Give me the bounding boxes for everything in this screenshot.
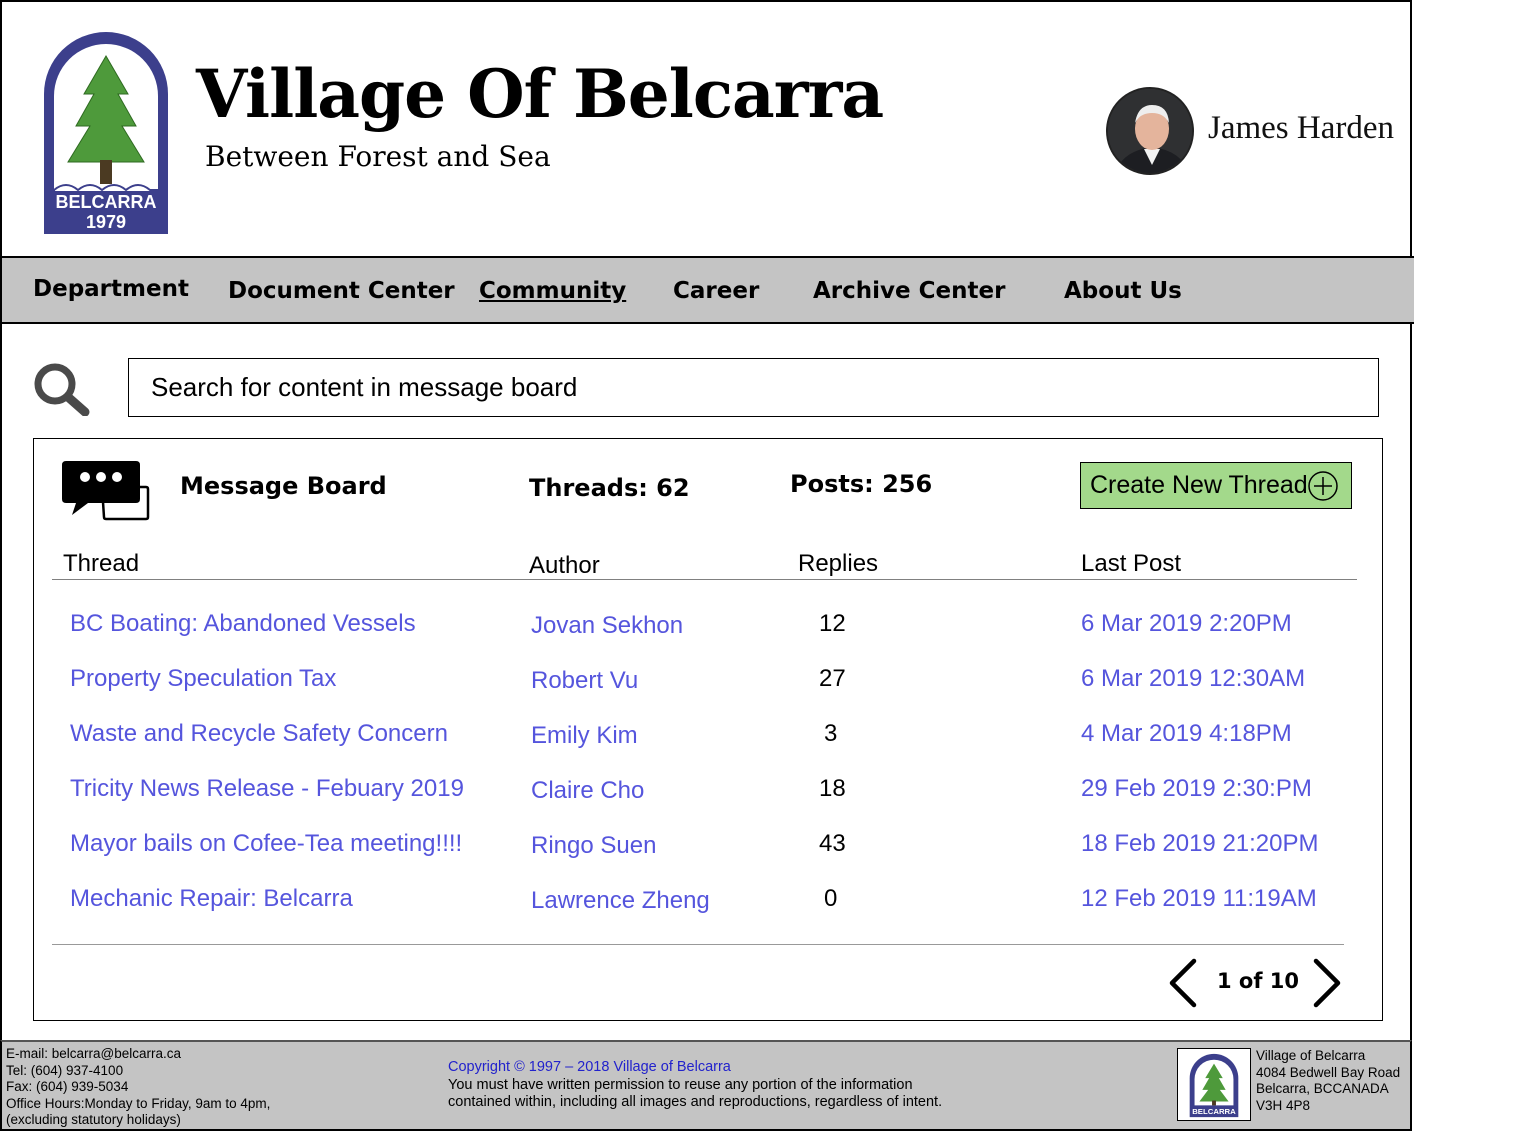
site-title: Village Of Belcarra (196, 55, 884, 133)
reply-count: 3 (824, 720, 838, 747)
column-header-thread[interactable]: Thread (63, 550, 139, 578)
table-row: Property Speculation Tax Robert Vu 27 6 … (34, 665, 1382, 720)
thread-link[interactable]: Waste and Recycle Safety Concern (70, 720, 448, 748)
thread-link[interactable]: Tricity News Release - Febuary 2019 (70, 775, 464, 803)
nav-item-about-us[interactable]: About Us (1064, 276, 1182, 306)
last-post-link[interactable]: 6 Mar 2019 12:30AM (1081, 665, 1305, 693)
user-name[interactable]: James Harden (1208, 108, 1394, 148)
contact-fax: Fax: (604) 939-5034 (6, 1079, 129, 1095)
address-line: Village of Belcarra (1256, 1048, 1366, 1063)
nav-item-community[interactable]: Community (479, 276, 626, 306)
search-icon[interactable] (32, 362, 90, 416)
logo-year: 1979 (86, 212, 126, 232)
contact-email[interactable]: E-mail: belcarra@belcarra.ca (6, 1046, 270, 1063)
header-divider (52, 579, 1357, 580)
nav-item-career[interactable]: Career (673, 276, 759, 306)
reply-count: 18 (819, 775, 846, 802)
author-link[interactable]: Robert Vu (531, 667, 638, 695)
table-row: Waste and Recycle Safety Concern Emily K… (34, 720, 1382, 775)
column-header-last-post[interactable]: Last Post (1081, 550, 1181, 578)
reply-count: 27 (819, 665, 846, 692)
footer-logo[interactable]: BELCARRA (1177, 1048, 1251, 1121)
logo-text: BELCARRA (56, 192, 157, 212)
page-footer: E-mail: belcarra@belcarra.ca Tel: (604) … (0, 1040, 1412, 1131)
table-row: Tricity News Release - Febuary 2019 Clai… (34, 775, 1382, 830)
nav-item-document-center[interactable]: Document Center (228, 276, 455, 306)
reply-count: 0 (824, 885, 838, 912)
copyright-notice-line: You must have written permission to reus… (448, 1076, 913, 1093)
create-new-thread-button[interactable]: Create New Thread (1080, 462, 1352, 509)
board-title: Message Board (180, 472, 387, 500)
posts-count: Posts: 256 (790, 470, 933, 498)
main-nav: Department Document Center Community Car… (2, 256, 1414, 324)
page-frame: BELCARRA 1979 Village Of Belcarra Betwee… (0, 0, 1414, 1131)
thread-link[interactable]: Property Speculation Tax (70, 665, 336, 693)
copyright-notice-line: contained within, including all images a… (448, 1094, 943, 1110)
chat-bubbles-icon (62, 461, 150, 521)
author-link[interactable]: Jovan Sekhon (531, 612, 683, 640)
author-link[interactable]: Ringo Suen (531, 832, 656, 860)
last-post-link[interactable]: 6 Mar 2019 2:20PM (1081, 610, 1292, 638)
author-link[interactable]: Lawrence Zheng (531, 887, 710, 915)
column-header-replies[interactable]: Replies (798, 550, 878, 578)
thread-link[interactable]: Mechanic Repair: Belcarra (70, 885, 353, 913)
table-row: BC Boating: Abandoned Vessels Jovan Sekh… (34, 610, 1382, 665)
table-row: Mechanic Repair: Belcarra Lawrence Zheng… (34, 885, 1382, 940)
nav-item-archive-center[interactable]: Archive Center (813, 276, 1005, 306)
avatar-photo (1108, 89, 1192, 173)
page-indicator: 1 of 10 (1217, 969, 1300, 993)
copyright-block: Copyright © 1997 – 2018 Village of Belca… (448, 1059, 942, 1112)
chevron-left-icon[interactable] (1166, 957, 1202, 1009)
office-hours: Office Hours:Monday to Friday, 9am to 4p… (6, 1095, 271, 1111)
author-link[interactable]: Emily Kim (531, 722, 638, 750)
last-post-link[interactable]: 12 Feb 2019 11:19AM (1081, 885, 1317, 913)
address-line: 4084 Bedwell Bay Road (1256, 1064, 1401, 1080)
copyright-link[interactable]: Copyright © 1997 – 2018 Village of Belca… (448, 1059, 942, 1077)
table-row: Mayor bails on Cofee-Tea meeting!!!! Rin… (34, 830, 1382, 885)
column-header-author[interactable]: Author (529, 552, 600, 580)
chevron-right-icon[interactable] (1308, 957, 1344, 1009)
thread-link[interactable]: BC Boating: Abandoned Vessels (70, 610, 416, 638)
search-input[interactable] (128, 358, 1379, 417)
office-hours-note: (excluding statutory holidays) (6, 1112, 181, 1128)
threads-count: Threads: 62 (529, 474, 690, 502)
create-thread-label: Create New Thread (1090, 471, 1308, 499)
address-line: Belcarra, BCCANADA (1256, 1081, 1389, 1097)
footer-logo-text: BELCARRA (1192, 1107, 1236, 1116)
last-post-link[interactable]: 18 Feb 2019 21:20PM (1081, 830, 1319, 858)
last-post-link[interactable]: 29 Feb 2019 2:30:PM (1081, 775, 1312, 803)
plus-circle-icon (1308, 471, 1338, 501)
nav-item-department[interactable]: Department (33, 274, 189, 304)
address-block: Village of Belcarra 4084 Bedwell Bay Roa… (1256, 1048, 1400, 1114)
reply-count: 43 (819, 830, 846, 857)
contact-tel: Tel: (604) 937-4100 (6, 1062, 124, 1078)
belcarra-logo[interactable]: BELCARRA 1979 (42, 30, 170, 236)
thread-link[interactable]: Mayor bails on Cofee-Tea meeting!!!! (70, 830, 462, 858)
reply-count: 12 (819, 610, 846, 637)
address-line: V3H 4P8 (1256, 1097, 1311, 1113)
last-post-link[interactable]: 4 Mar 2019 4:18PM (1081, 720, 1292, 748)
author-link[interactable]: Claire Cho (531, 777, 644, 805)
message-board-panel: Message Board Threads: 62 Posts: 256 Cre… (33, 438, 1383, 1021)
table-bottom-divider (52, 944, 1344, 945)
site-tagline: Between Forest and Sea (205, 140, 551, 173)
user-avatar[interactable] (1106, 87, 1194, 175)
contact-info: E-mail: belcarra@belcarra.ca Tel: (604) … (6, 1046, 270, 1129)
